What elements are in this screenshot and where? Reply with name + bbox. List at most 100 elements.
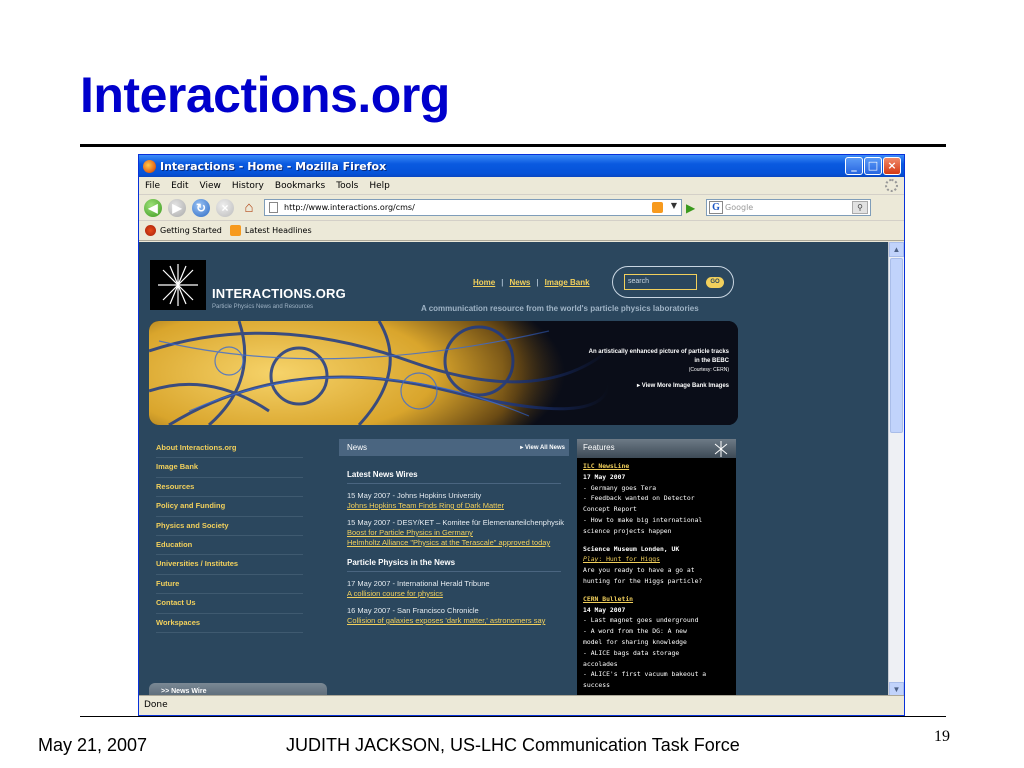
bookmarks-toolbar: Getting Started Latest Headlines	[139, 221, 904, 241]
throbber-icon	[885, 179, 898, 192]
features-column: Features ILC NewsLine 17 May 2007 - Germ…	[577, 439, 736, 697]
features-header-title: Features	[583, 443, 615, 452]
feature-line[interactable]: - Last magnet goes underground	[583, 615, 736, 626]
menu-bar: File Edit View History Bookmarks Tools H…	[139, 177, 904, 195]
feature-date: 14 May 2007	[583, 605, 626, 614]
leftnav-about[interactable]: About Interactions.org	[156, 439, 303, 459]
features-body: ILC NewsLine 17 May 2007 - Germany goes …	[577, 458, 736, 691]
reload-button[interactable]: ↻	[192, 198, 210, 217]
menu-view[interactable]: View	[200, 181, 221, 191]
feature-play-line[interactable]: Play: Hunt for Higgs	[583, 554, 736, 565]
nav-image-bank-link[interactable]: Image Bank	[545, 278, 590, 287]
leftnav-universities[interactable]: Universities / Institutes	[156, 555, 303, 575]
site-tagline: A communication resource from the world'…	[421, 304, 699, 313]
particle-physics-news-heading: Particle Physics in the News	[347, 558, 456, 567]
feature-line[interactable]: science projects happen	[583, 526, 736, 537]
news-link[interactable]: Boost for Particle Physics in Germany	[347, 528, 569, 538]
feature-line[interactable]: accolades	[583, 659, 736, 670]
search-bar[interactable]: G Google ⚲	[706, 199, 871, 216]
url-bar[interactable]: http://www.interactions.org/cms/ ▼	[264, 199, 682, 216]
news-link[interactable]: Helmholtz Alliance "Physics at the Teras…	[347, 538, 569, 548]
feature-line: Are you ready to have a go at	[583, 566, 695, 575]
title-bar[interactable]: Interactions - Home - Mozilla Firefox _ …	[139, 155, 904, 177]
feature-line[interactable]: model for sharing knowledge	[583, 637, 736, 648]
view-more-images-label: View More Image Bank Images	[641, 383, 729, 389]
feature-title-link[interactable]: ILC NewsLine	[583, 461, 736, 472]
play-link[interactable]: Play	[583, 555, 598, 563]
leftnav-education[interactable]: Education	[156, 536, 303, 556]
feature-date: 17 May 2007	[583, 472, 626, 481]
home-button[interactable]: ⌂	[240, 199, 258, 217]
scroll-thumb[interactable]	[890, 258, 903, 433]
site-search-input[interactable]: search	[624, 274, 697, 290]
view-more-images-link[interactable]: ▸ View More Image Bank Images	[586, 382, 729, 389]
left-navigation: About Interactions.org Image Bank Resour…	[156, 439, 303, 633]
feature-line[interactable]: - Germany goes Tera	[583, 483, 736, 494]
news-meta: 17 May 2007 - International Herald Tribu…	[347, 579, 490, 588]
feature-line[interactable]: success	[583, 680, 736, 691]
banner-caption: An artistically enhanced picture of part…	[588, 349, 729, 364]
particle-tracks-image[interactable]	[149, 321, 738, 425]
news-header-title: News	[347, 443, 368, 452]
feature-line[interactable]: - How to make big international	[583, 515, 736, 526]
menu-bookmarks[interactable]: Bookmarks	[275, 181, 325, 191]
nav-separator: |	[536, 278, 539, 287]
site-logo[interactable]	[150, 260, 206, 310]
menu-help[interactable]: Help	[369, 181, 390, 191]
news-link[interactable]: A collision course for physics	[347, 589, 569, 599]
scroll-up-icon[interactable]: ▲	[889, 242, 904, 257]
go-button[interactable]: ▶	[686, 201, 700, 215]
url-dropdown-icon[interactable]: ▼	[671, 201, 677, 210]
site-search-go-button[interactable]: GO	[706, 277, 724, 288]
google-engine-icon[interactable]: G	[709, 201, 723, 214]
menu-tools[interactable]: Tools	[336, 181, 358, 191]
leftnav-workspaces[interactable]: Workspaces	[156, 614, 303, 633]
news-item: 15 May 2007 - Johns Hopkins University J…	[339, 484, 569, 511]
page-number: 19	[934, 728, 950, 745]
slide: Interactions.org Interactions - Home - M…	[0, 0, 1024, 768]
vertical-scrollbar[interactable]: ▲ ▼	[888, 242, 904, 697]
feature-title-link[interactable]: CERN Bulletin	[583, 594, 736, 605]
news-link[interactable]: Collision of galaxies exposes 'dark matt…	[347, 616, 569, 626]
stop-button[interactable]: ×	[216, 198, 234, 217]
leftnav-policy-funding[interactable]: Policy and Funding	[156, 497, 303, 517]
minimize-button[interactable]: _	[845, 157, 863, 175]
navigation-toolbar: ◀ ▶ ↻ × ⌂ http://www.interactions.org/cm…	[139, 195, 904, 221]
search-icon[interactable]: ⚲	[852, 201, 868, 214]
maximize-button[interactable]: □	[864, 157, 882, 175]
back-button[interactable]: ◀	[144, 198, 162, 217]
nav-separator: |	[501, 278, 504, 287]
menu-edit[interactable]: Edit	[171, 181, 188, 191]
feature-line[interactable]: - ALICE bags data storage	[583, 648, 736, 659]
news-meta: 16 May 2007 - San Francisco Chronicle	[347, 606, 479, 615]
page-content: INTERACTIONS.ORG Particle Physics News a…	[139, 242, 890, 697]
firefox-icon	[143, 159, 156, 173]
leftnav-resources[interactable]: Resources	[156, 478, 303, 498]
view-all-news-link[interactable]: ▸ View All News	[520, 444, 565, 451]
feature-line[interactable]: - Feedback wanted on Detector	[583, 493, 736, 504]
menu-history[interactable]: History	[232, 181, 264, 191]
leftnav-contact[interactable]: Contact Us	[156, 594, 303, 614]
forward-button[interactable]: ▶	[168, 198, 186, 217]
bookmark-latest-headlines[interactable]: Latest Headlines	[245, 226, 312, 235]
site-subtitle: Particle Physics News and Resources	[212, 304, 314, 310]
rss-feed-icon[interactable]	[652, 202, 663, 213]
menu-file[interactable]: File	[145, 181, 160, 191]
feature-line[interactable]: Concept Report	[583, 504, 736, 515]
news-link[interactable]: Johns Hopkins Team Finds Ring of Dark Ma…	[347, 501, 569, 511]
bookmark-getting-started[interactable]: Getting Started	[160, 226, 222, 235]
play-link-rest[interactable]: : Hunt for Higgs	[598, 555, 660, 563]
leftnav-future[interactable]: Future	[156, 575, 303, 595]
page-icon	[269, 202, 278, 213]
close-button[interactable]: ×	[883, 157, 901, 175]
starburst-logo-icon	[158, 264, 198, 306]
nav-news-link[interactable]: News	[509, 278, 530, 287]
news-item: 16 May 2007 - San Francisco Chronicle Co…	[339, 599, 569, 626]
leftnav-image-bank[interactable]: Image Bank	[156, 458, 303, 478]
leftnav-physics-society[interactable]: Physics and Society	[156, 517, 303, 536]
nav-home-link[interactable]: Home	[473, 278, 495, 287]
feature-line[interactable]: - ALICE's first vacuum bakeout a	[583, 669, 736, 680]
site-name: INTERACTIONS.ORG	[212, 286, 346, 301]
feature-line[interactable]: - A word from the DG: A new	[583, 626, 736, 637]
